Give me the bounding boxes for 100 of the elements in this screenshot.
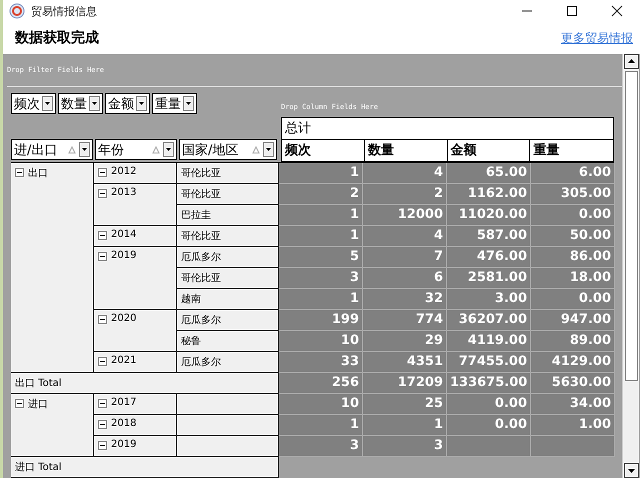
data-field-button[interactable]: 频次 bbox=[11, 93, 56, 114]
year-label: 2018 bbox=[111, 418, 136, 429]
maximize-icon[interactable] bbox=[566, 5, 578, 17]
collapse-icon[interactable] bbox=[98, 399, 107, 408]
row-field-button[interactable]: 年份 bbox=[95, 139, 177, 160]
table-cell: 7 bbox=[363, 247, 447, 268]
table-cell: 89.00 bbox=[531, 331, 615, 352]
collapse-icon[interactable] bbox=[98, 315, 107, 324]
table-cell: 6 bbox=[363, 268, 447, 289]
table-cell: 5 bbox=[279, 247, 363, 268]
country-label: 哥伦比亚 bbox=[181, 188, 221, 201]
data-field-button[interactable]: 重量 bbox=[152, 93, 197, 114]
more-info-link[interactable]: 更多贸易情报 bbox=[561, 30, 633, 46]
table-cell: 4119.00 bbox=[447, 331, 531, 352]
collapse-icon[interactable] bbox=[98, 357, 107, 366]
dropdown-icon[interactable] bbox=[183, 96, 194, 112]
dropdown-icon[interactable] bbox=[79, 142, 90, 157]
table-cell: 10 bbox=[279, 331, 363, 352]
table-cell: 0.00 bbox=[531, 205, 615, 226]
scroll-thumb[interactable] bbox=[624, 71, 638, 381]
table-cell: 587.00 bbox=[447, 226, 531, 247]
column-header: 重量 bbox=[532, 142, 560, 160]
column-header: 总计 bbox=[282, 118, 613, 140]
table-cell: 0.00 bbox=[447, 415, 531, 436]
row-field-button[interactable]: 进/出口 bbox=[11, 139, 93, 160]
table-cell: 1162.00 bbox=[447, 184, 531, 205]
table-cell: 18.00 bbox=[531, 268, 615, 289]
table-cell: 1.00 bbox=[531, 415, 615, 436]
data-field-button[interactable]: 数量 bbox=[58, 93, 103, 114]
data-field-button[interactable]: 金额 bbox=[105, 93, 150, 114]
table-cell: 476.00 bbox=[447, 247, 531, 268]
collapse-icon[interactable] bbox=[98, 231, 107, 240]
collapse-icon[interactable] bbox=[15, 399, 24, 408]
table-cell: 256 bbox=[279, 373, 363, 394]
table-cell: 0.00 bbox=[447, 394, 531, 415]
scroll-down-icon[interactable] bbox=[624, 463, 638, 478]
table-cell: 1 bbox=[279, 205, 363, 226]
table-cell: 3 bbox=[279, 268, 363, 289]
table-cell: 1 bbox=[279, 163, 363, 184]
close-icon[interactable] bbox=[611, 5, 623, 17]
dropdown-icon[interactable] bbox=[42, 96, 53, 112]
table-cell: 出口 Total bbox=[11, 373, 279, 394]
table-cell: 6.00 bbox=[531, 163, 615, 184]
table-cell: 4 bbox=[363, 226, 447, 247]
collapse-icon[interactable] bbox=[15, 168, 24, 177]
table-cell: 86.00 bbox=[531, 247, 615, 268]
table-cell: 32 bbox=[363, 289, 447, 310]
collapse-icon[interactable] bbox=[98, 441, 107, 450]
dropdown-icon[interactable] bbox=[136, 96, 147, 112]
country-label: 哥伦比亚 bbox=[181, 166, 221, 180]
year-label: 2014 bbox=[111, 229, 136, 240]
country-label: 越南 bbox=[181, 292, 201, 306]
year-label: 2019 bbox=[111, 439, 136, 450]
collapse-icon[interactable] bbox=[98, 189, 107, 198]
table-cell: 1 bbox=[279, 289, 363, 310]
table-cell: 305.00 bbox=[531, 184, 615, 205]
table-cell: 2 bbox=[363, 184, 447, 205]
collapse-icon[interactable] bbox=[98, 252, 107, 261]
table-cell: 774 bbox=[363, 310, 447, 331]
country-label: 哥伦比亚 bbox=[181, 230, 221, 243]
dropdown-icon[interactable] bbox=[89, 96, 100, 112]
sort-icon bbox=[68, 146, 76, 154]
scroll-up-icon[interactable] bbox=[624, 54, 638, 69]
collapse-icon[interactable] bbox=[98, 420, 107, 429]
table-cell: 34.00 bbox=[531, 394, 615, 415]
table-cell: 11020.00 bbox=[447, 205, 531, 226]
row-field-button[interactable]: 国家/地区 bbox=[179, 139, 277, 160]
year-label: 2012 bbox=[111, 166, 136, 177]
table-cell: 4129.00 bbox=[531, 352, 615, 373]
country-label: 秘鲁 bbox=[181, 335, 201, 348]
year-label: 2013 bbox=[111, 187, 136, 198]
year-label: 2021 bbox=[111, 355, 136, 366]
sort-icon bbox=[152, 146, 160, 154]
table-cell: 0.00 bbox=[531, 289, 615, 310]
table-cell: 4 bbox=[363, 163, 447, 184]
scrollbar[interactable] bbox=[622, 54, 639, 478]
table-cell: 2 bbox=[279, 184, 363, 205]
dropdown-icon[interactable] bbox=[263, 142, 274, 157]
table-cell: 1 bbox=[279, 226, 363, 247]
year-label: 2019 bbox=[111, 250, 136, 261]
table-cell: 36207.00 bbox=[447, 310, 531, 331]
table-cell: 33 bbox=[279, 352, 363, 373]
table-cell: 17209 bbox=[363, 373, 447, 394]
column-header: 频次 bbox=[282, 140, 365, 161]
table-cell: 65.00 bbox=[447, 163, 531, 184]
window-title: 贸易情报信息 bbox=[31, 4, 97, 18]
table-cell: 133675.00 bbox=[447, 373, 531, 394]
dropdown-icon[interactable] bbox=[163, 142, 174, 157]
table-cell: 947.00 bbox=[531, 310, 615, 331]
country-label: 厄瓜多尔 bbox=[181, 356, 221, 369]
collapse-icon[interactable] bbox=[98, 168, 107, 177]
table-cell: 3 bbox=[363, 436, 447, 457]
row-label: 进口 bbox=[28, 398, 48, 411]
row-label: 出口 bbox=[28, 166, 48, 180]
status-text: 数据获取完成 bbox=[15, 29, 99, 47]
country-label: 厄瓜多尔 bbox=[181, 250, 221, 264]
table-cell: 1 bbox=[363, 415, 447, 436]
column-header: 金额 bbox=[448, 140, 530, 161]
table-cell: 199 bbox=[279, 310, 363, 331]
year-label: 2020 bbox=[111, 313, 136, 324]
